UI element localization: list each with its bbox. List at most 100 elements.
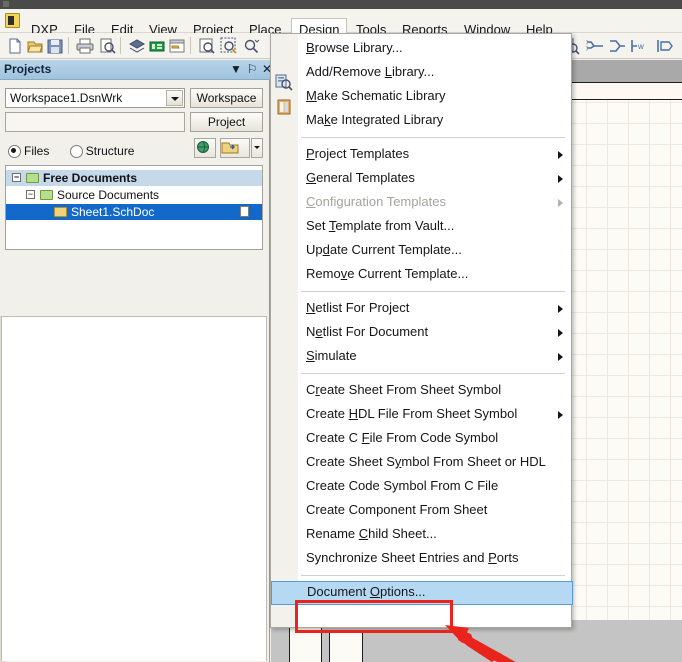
menu-item-label: Netlist For Document <box>306 324 429 339</box>
place-wire-icon[interactable] <box>608 37 626 55</box>
menu-separator <box>301 373 565 374</box>
tree-expander-icon[interactable]: − <box>26 190 35 199</box>
dropdown-arrow-icon[interactable] <box>251 138 263 158</box>
open-pcb-icon[interactable] <box>128 37 146 55</box>
menu-item-create-sheet-from-sheet-symbol[interactable]: Create Sheet From Sheet Symbol <box>272 379 572 403</box>
menu-item-label: Create Code Symbol From C File <box>306 478 499 493</box>
folder-icon <box>40 190 53 200</box>
menu-item-configuration-templates: Configuration Templates <box>272 191 572 215</box>
folder-icon <box>26 173 39 183</box>
menu-item-project-templates[interactable]: Project Templates <box>272 143 572 167</box>
open-folder-icon[interactable] <box>26 37 44 55</box>
menu-item-general-templates[interactable]: General Templates <box>272 167 572 191</box>
view-mode-radios: Files Structure <box>8 142 150 160</box>
menu-item-label: Set Template from Vault... <box>306 218 455 233</box>
projects-panel-titlebar: Projects ▼ ⚐ ✕ <box>0 60 272 80</box>
menu-item-create-hdl-file-from-sheet-symbol[interactable]: Create HDL File From Sheet Symbol <box>272 403 572 427</box>
menu-item-update-current-template[interactable]: Update Current Template... <box>272 239 572 263</box>
menu-item-label: Create HDL File From Sheet Symbol <box>306 406 518 421</box>
menu-item-label: Netlist For Project <box>306 300 410 315</box>
print-icon[interactable] <box>76 37 94 55</box>
menu-separator <box>301 575 565 576</box>
project-button[interactable]: Project <box>190 112 263 132</box>
radio-files-label: Files <box>24 144 50 158</box>
menu-item-set-template-from-vault[interactable]: Set Template from Vault... <box>272 215 572 239</box>
place-bus-icon[interactable] <box>586 37 604 55</box>
menu-item-label: Create Sheet From Sheet Symbol <box>306 382 502 397</box>
project-tree: − Free Documents − Source Documents Sheet1.S… <box>5 165 263 250</box>
tree-item-free-documents[interactable]: − Free Documents <box>6 170 262 186</box>
workspace-button[interactable]: Workspace <box>190 88 263 108</box>
submenu-chevron-right-icon <box>558 151 563 159</box>
place-port-icon[interactable] <box>656 37 674 55</box>
pin-icon[interactable]: ⚐ <box>245 63 259 77</box>
menu-item-label: Make Integrated Library <box>306 112 444 127</box>
dxp-app-icon <box>5 13 20 28</box>
chevron-down-icon[interactable] <box>166 90 183 106</box>
menu-item-netlist-for-project[interactable]: Netlist For Project <box>272 297 572 321</box>
menu-item-make-schematic-library[interactable]: Make Schematic Library <box>272 85 572 109</box>
menu-item-label: Update Current Template... <box>306 242 462 257</box>
zoom-document-icon[interactable] <box>198 37 216 55</box>
menu-bar: DXP File Edit View Project Place Design Tools Re… <box>0 9 682 42</box>
place-net-label-icon[interactable]: w <box>630 37 648 55</box>
menu-item-label: Document Options... <box>307 584 426 599</box>
tree-item-label: Sheet1.SchDoc <box>71 205 155 219</box>
projects-panel: Projects ▼ ⚐ ✕ Workspace1.DsnWrk Workspa… <box>0 60 272 662</box>
menu-item-browse-library[interactable]: Browse Library... <box>272 37 572 61</box>
menu-item-create-c-file-from-code-symbol[interactable]: Create C File From Code Symbol <box>272 427 572 451</box>
radio-files[interactable]: Files <box>8 144 49 158</box>
schematic-file-icon <box>54 207 67 217</box>
new-document-icon[interactable] <box>6 37 24 55</box>
menu-item-label: Configuration Templates <box>306 194 446 209</box>
menu-separator <box>301 291 565 292</box>
zoom-area-icon[interactable] <box>220 37 238 55</box>
submenu-chevron-right-icon <box>558 411 563 419</box>
menu-item-label: Browse Library... <box>306 40 403 55</box>
global-view-icon[interactable] <box>194 138 216 158</box>
menu-item-label: Create C File From Code Symbol <box>306 430 499 445</box>
page-title: Projects <box>4 62 52 76</box>
menu-item-label: Add/Remove Library... <box>306 64 435 79</box>
menu-item-remove-current-template[interactable]: Remove Current Template... <box>272 263 572 287</box>
window-system-icon <box>3 1 9 7</box>
workspace-select[interactable]: Workspace1.DsnWrk <box>5 88 185 108</box>
toolbar-separator <box>120 37 121 54</box>
save-icon[interactable] <box>46 37 64 55</box>
menu-item-label: General Templates <box>306 170 415 185</box>
workspace-select-value: Workspace1.DsnWrk <box>10 91 123 105</box>
menu-item-label: Create Component From Sheet <box>306 502 488 517</box>
chevron-down-icon[interactable]: ▼ <box>229 63 243 77</box>
menu-separator <box>301 137 565 138</box>
open-project-icon[interactable] <box>168 37 186 55</box>
menu-item-document-options[interactable]: Document Options... <box>271 581 573 605</box>
menu-item-rename-child-sheet[interactable]: Rename Child Sheet... <box>272 523 572 547</box>
document-icon <box>240 206 249 217</box>
tree-item-source-documents[interactable]: − Source Documents <box>6 187 262 203</box>
svg-text:w: w <box>637 42 644 51</box>
menu-item-create-code-symbol-from-c-file[interactable]: Create Code Symbol From C File <box>272 475 572 499</box>
design-menu-dropdown: Browse Library... Add/Remove Library... Ma… <box>270 33 573 628</box>
menu-item-create-component-from-sheet[interactable]: Create Component From Sheet <box>272 499 572 523</box>
menu-item-synchronize-sheet-entries-and-ports[interactable]: Synchronize Sheet Entries and Ports <box>272 547 572 571</box>
menu-item-simulate[interactable]: Simulate <box>272 345 572 369</box>
panel-lower-area <box>1 316 267 661</box>
toolbar-separator <box>68 37 69 54</box>
radio-structure-label: Structure <box>85 144 135 158</box>
print-preview-icon[interactable] <box>98 37 116 55</box>
menu-item-create-sheet-symbol-from-sheet-or-hdl[interactable]: Create Sheet Symbol From Sheet or HDL <box>272 451 572 475</box>
open-document-icon[interactable] <box>220 138 250 158</box>
open-schematic-icon[interactable] <box>148 37 166 55</box>
menu-item-label: Project Templates <box>306 146 410 161</box>
menu-item-label: Create Sheet Symbol From Sheet or HDL <box>306 454 546 469</box>
radio-structure[interactable]: Structure <box>69 144 135 158</box>
menu-item-netlist-for-document[interactable]: Netlist For Document <box>272 321 572 345</box>
menu-item-add-remove-library[interactable]: Add/Remove Library... <box>272 61 572 85</box>
tree-item-sheet1-schdoc[interactable]: Sheet1.SchDoc <box>6 204 262 220</box>
menu-item-make-integrated-library[interactable]: Make Integrated Library <box>272 109 572 133</box>
submenu-chevron-right-icon <box>558 175 563 183</box>
tree-expander-icon[interactable]: − <box>12 173 21 182</box>
project-field[interactable] <box>5 112 185 132</box>
menu-item-label: Make Schematic Library <box>306 88 446 103</box>
zoom-select-icon[interactable] <box>242 37 260 55</box>
